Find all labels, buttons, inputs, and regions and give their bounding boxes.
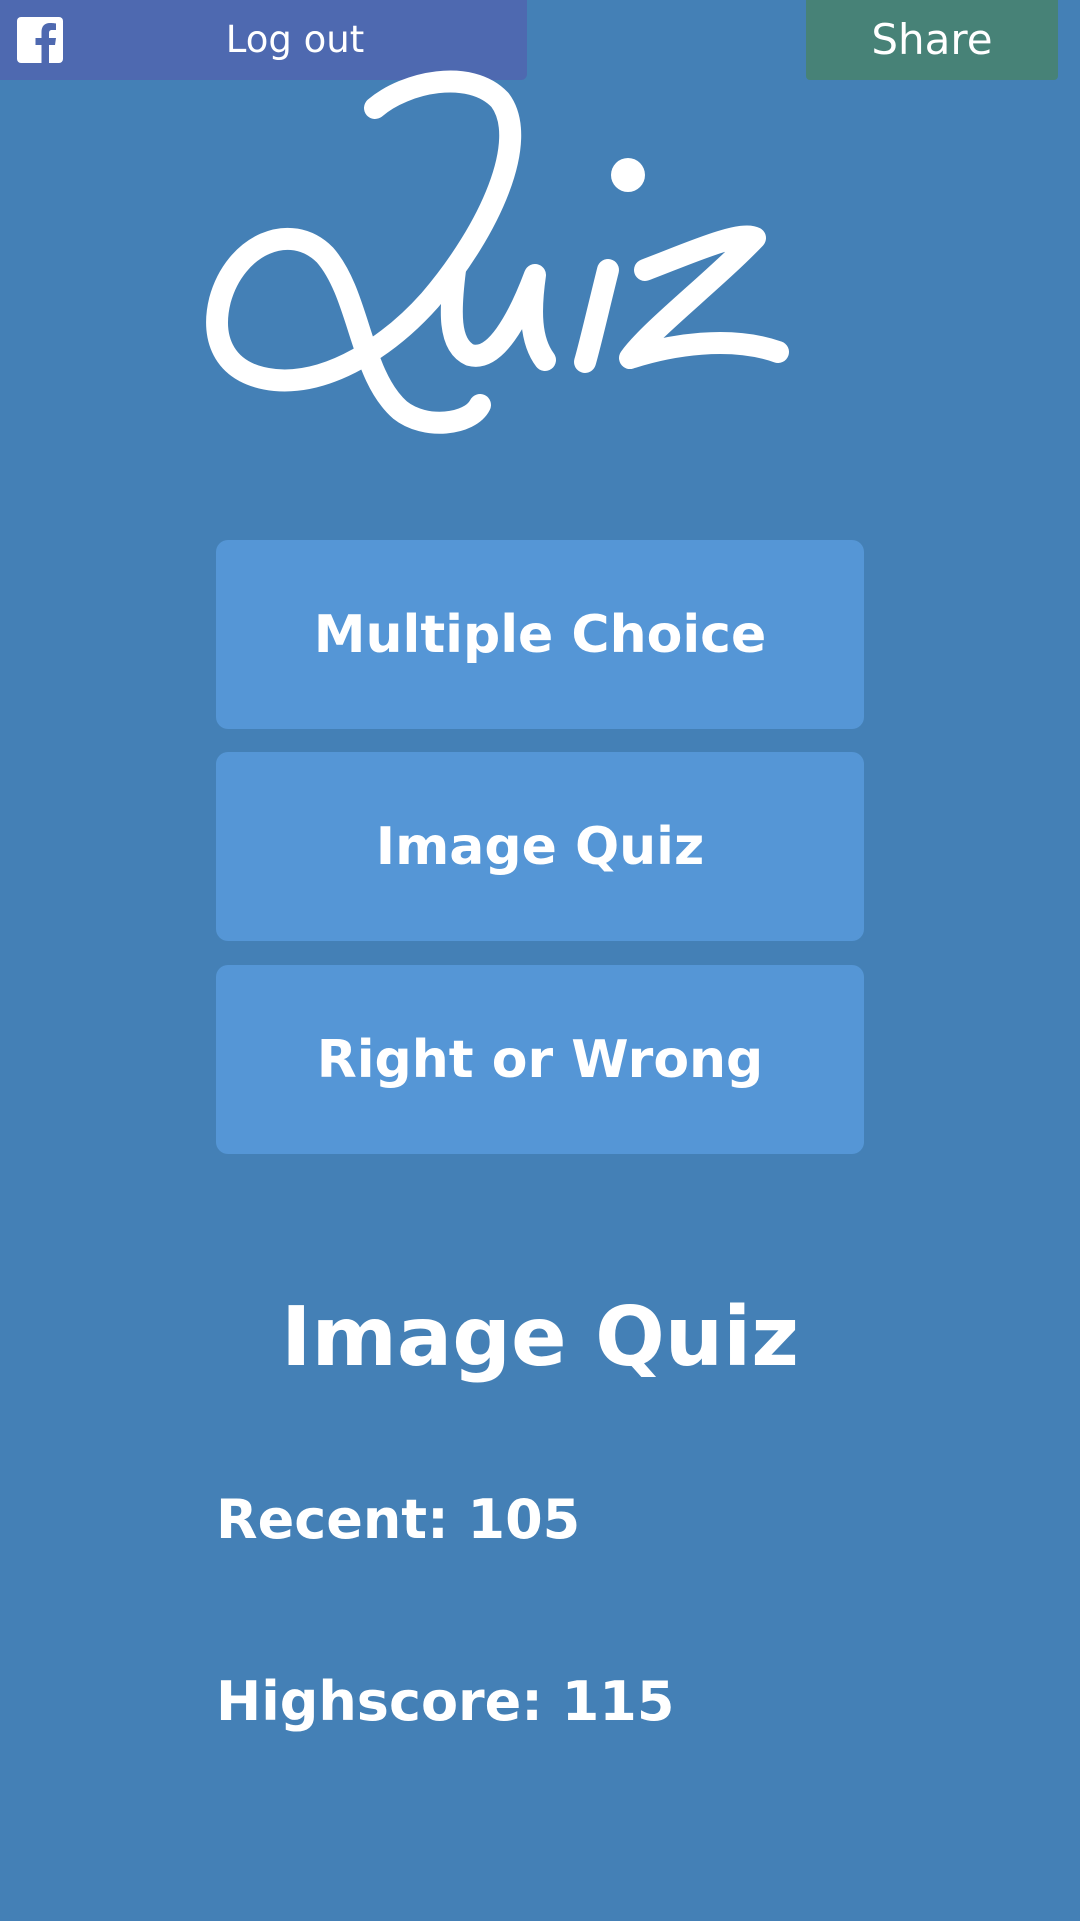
stats-title: Image Quiz: [280, 1290, 800, 1385]
share-button[interactable]: Share: [806, 0, 1058, 80]
quiz-logo: [206, 70, 789, 434]
highscore: Highscore: 115: [216, 1670, 675, 1733]
multiple-choice-button[interactable]: Multiple Choice: [216, 540, 864, 729]
recent-score: Recent: 105: [216, 1488, 581, 1551]
facebook-logout-button[interactable]: Log out: [0, 0, 527, 80]
logout-label: Log out: [225, 18, 365, 61]
right-or-wrong-button[interactable]: Right or Wrong: [216, 965, 864, 1154]
image-quiz-button[interactable]: Image Quiz: [216, 752, 864, 941]
